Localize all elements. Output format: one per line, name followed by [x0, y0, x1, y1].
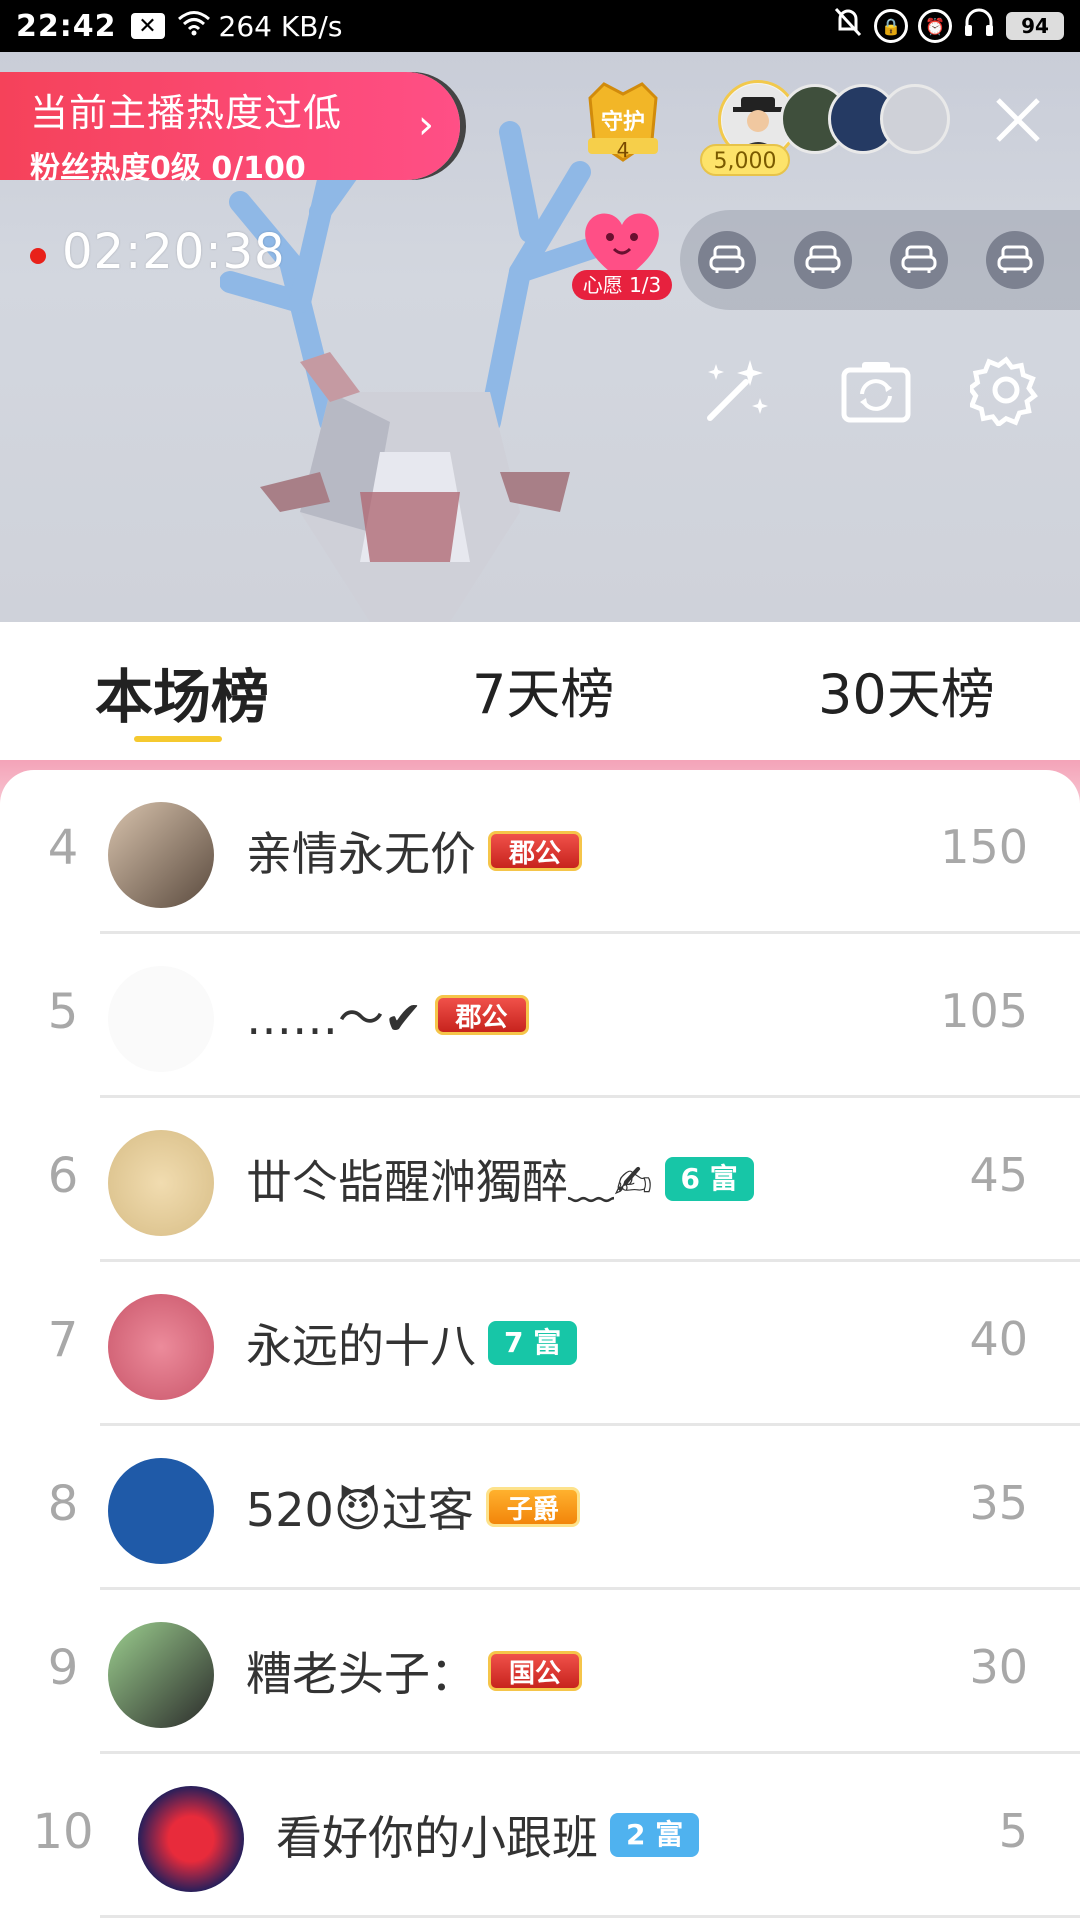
- list-item[interactable]: 10 看好你的小跟班 2 富 5: [0, 1754, 1080, 1918]
- hotness-title: 当前主播热度过低: [30, 91, 343, 135]
- user-name: 看好你的小跟班 2 富: [276, 1802, 700, 1868]
- user-name: 糟老头子： 国公: [246, 1638, 583, 1704]
- rank-badge: 6 富: [664, 1157, 754, 1201]
- live-timer: 02:20:38: [62, 224, 286, 280]
- battery-icon: 94: [1006, 12, 1064, 40]
- list-item[interactable]: 7 永远的十八 7 富 40: [0, 1262, 1080, 1426]
- guard-count: 4: [616, 138, 630, 162]
- audience-avatar-4[interactable]: [880, 84, 950, 154]
- user-name-text: 永远的十八: [246, 1319, 476, 1373]
- rank-number: 6: [47, 1148, 79, 1204]
- live-dot: [30, 248, 46, 264]
- sofa-seat-icon[interactable]: [794, 231, 852, 289]
- tab-30-days[interactable]: 30天榜: [818, 650, 995, 729]
- user-name-text: 丗仒啙醒浺獨醉﹏✍: [246, 1155, 653, 1209]
- hotness-subtitle: 粉丝热度0级 0/100: [30, 151, 306, 186]
- avatar[interactable]: [108, 802, 214, 908]
- avatar[interactable]: [108, 1130, 214, 1236]
- score: 5: [998, 1804, 1028, 1858]
- avatar[interactable]: [108, 966, 214, 1072]
- user-name-text: 亲情永无价: [246, 827, 476, 881]
- network-speed: 264 KB/s: [218, 9, 343, 43]
- rank-number: 5: [47, 984, 79, 1040]
- list-item[interactable]: 6 丗仒啙醒浺獨醉﹏✍ 6 富 45: [0, 1098, 1080, 1262]
- rank-number: 9: [47, 1640, 79, 1696]
- seat-bar: [680, 210, 1080, 310]
- guard-label: 守护: [600, 110, 645, 135]
- list-item[interactable]: 9 糟老头子： 国公 30: [0, 1590, 1080, 1754]
- sofa-seat-icon[interactable]: [986, 231, 1044, 289]
- close-icon[interactable]: [990, 92, 1046, 148]
- user-name-text: ……〜✔: [246, 991, 423, 1045]
- list-item[interactable]: 4 亲情永无价 郡公 150: [0, 770, 1080, 934]
- active-tab-indicator: [134, 736, 222, 742]
- live-video-area[interactable]: 当前主播热度过低 粉丝热度0级 0/100 › 守护 4 5,000 02:20…: [0, 52, 1080, 622]
- rank-number: 8: [47, 1476, 79, 1532]
- divider: [100, 1915, 1080, 1918]
- rank-badge: 子爵: [485, 1487, 580, 1527]
- status-bar: 22:42 ✕ 264 KB/s 🔒 ⏰ 94: [0, 0, 1080, 52]
- rank-number: 10: [32, 1804, 94, 1860]
- headphones-icon: [962, 5, 996, 47]
- guard-badge[interactable]: 守护 4: [582, 80, 664, 164]
- ranking-list: 4 亲情永无价 郡公 150 5 ……〜✔ 郡公 105 6 丗仒啙醒浺獨醉﹏✍ 6 …: [0, 770, 1080, 1920]
- rank-badge: 郡公: [434, 995, 529, 1035]
- top-audience-score: 5,000: [700, 144, 790, 176]
- score: 30: [969, 1640, 1028, 1694]
- score: 45: [969, 1148, 1028, 1202]
- avatar[interactable]: [108, 1458, 214, 1564]
- score: 40: [969, 1312, 1028, 1366]
- user-name: 丗仒啙醒浺獨醉﹏✍ 6 富: [246, 1146, 754, 1212]
- tab-7-days[interactable]: 7天榜: [472, 650, 614, 729]
- rank-badge: 国公: [488, 1651, 583, 1691]
- user-name-text: 520😈过客: [246, 1483, 474, 1537]
- chevron-right-icon: ›: [418, 102, 434, 148]
- avatar[interactable]: [108, 1622, 214, 1728]
- user-name: 520😈过客 子爵: [246, 1474, 580, 1540]
- ranking-tabs: 本场榜 7天榜 30天榜: [0, 622, 1080, 762]
- bell-muted-icon: [832, 5, 864, 47]
- status-right-icons: 🔒 ⏰ 94: [832, 5, 1064, 47]
- rank-badge: 郡公: [488, 831, 583, 871]
- alarm-icon: ⏰: [918, 9, 952, 43]
- user-name: 永远的十八 7 富: [246, 1310, 578, 1376]
- score: 150: [940, 820, 1028, 874]
- flip-camera-icon[interactable]: [840, 354, 912, 426]
- avatar[interactable]: [108, 1294, 214, 1400]
- sofa-seat-icon[interactable]: [698, 231, 756, 289]
- user-name-text: 看好你的小跟班: [276, 1811, 598, 1865]
- rank-number: 4: [47, 820, 79, 876]
- user-name-text: 糟老头子：: [246, 1647, 476, 1701]
- tab-this-session[interactable]: 本场榜: [95, 650, 269, 734]
- sofa-seat-icon[interactable]: [890, 231, 948, 289]
- user-name: ……〜✔ 郡公: [246, 982, 529, 1048]
- status-time: 22:42: [16, 8, 117, 44]
- score: 35: [969, 1476, 1028, 1530]
- wish-label[interactable]: 心愿 1/3: [572, 270, 672, 300]
- magic-wand-icon[interactable]: [700, 354, 772, 426]
- lock-rotation-icon: 🔒: [874, 9, 908, 43]
- rank-number: 7: [47, 1312, 79, 1368]
- list-item[interactable]: 5 ……〜✔ 郡公 105: [0, 934, 1080, 1098]
- user-name: 亲情永无价 郡公: [246, 818, 583, 884]
- notification-x-icon: ✕: [130, 13, 165, 39]
- score: 105: [940, 984, 1028, 1038]
- wifi-icon: [177, 10, 211, 43]
- rank-badge: 2 富: [610, 1813, 700, 1857]
- list-item[interactable]: 8 520😈过客 子爵 35: [0, 1426, 1080, 1590]
- avatar[interactable]: [138, 1786, 244, 1892]
- gear-icon[interactable]: [970, 354, 1042, 426]
- rank-badge: 7 富: [488, 1321, 578, 1365]
- hotness-banner[interactable]: 当前主播热度过低 粉丝热度0级 0/100 ›: [0, 72, 460, 186]
